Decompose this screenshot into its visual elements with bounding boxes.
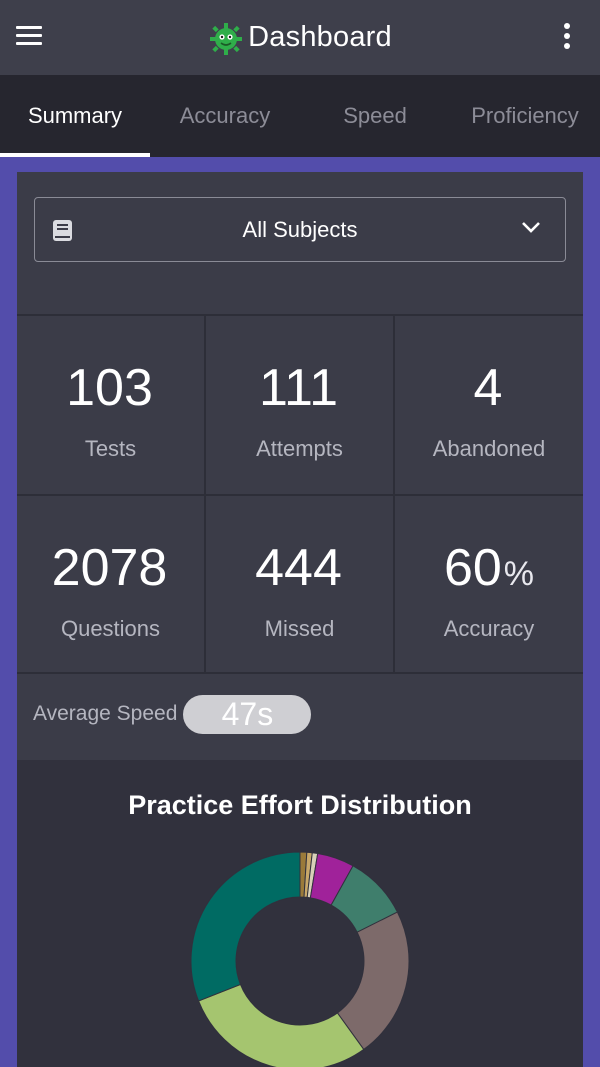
donut-slice[interactable]	[190, 851, 301, 1002]
page-title: Dashboard	[248, 21, 392, 53]
stat-unit: %	[503, 555, 535, 593]
stat-value: 111	[206, 358, 393, 418]
stat-value: 103	[17, 358, 204, 418]
stat-number: 4	[473, 359, 503, 417]
tab-proficiency[interactable]: Proficiency	[450, 75, 600, 157]
summary-card: All Subjects 103 Tests 111 Attempts 4 Ab…	[17, 172, 583, 1067]
stats-grid: 103 Tests 111 Attempts 4 Abandoned 2078 …	[17, 314, 583, 674]
stat-value: 4	[395, 358, 583, 418]
stat-label: Questions	[60, 616, 161, 641]
stat-label: Accuracy	[443, 616, 535, 641]
stat-number: 2078	[51, 539, 168, 597]
stat-value: 2078	[17, 538, 204, 598]
stat-missed: 444 Missed	[206, 494, 395, 674]
stat-number: 103	[66, 359, 153, 417]
chart-panel: Practice Effort Distribution	[17, 760, 583, 1067]
stat-label: Missed	[264, 616, 335, 641]
average-speed-badge: 47s	[183, 694, 312, 734]
chevron-down-icon	[522, 222, 540, 233]
tab-accuracy[interactable]: Accuracy	[150, 75, 300, 157]
subject-dropdown-value: All Subjects	[242, 216, 358, 242]
average-speed-row: Average Speed 47s	[33, 694, 312, 734]
stat-value: 60%	[395, 538, 583, 598]
stat-number: 444	[255, 539, 342, 597]
app-bar: Dashboard	[0, 0, 600, 75]
stat-number: 60	[443, 539, 502, 597]
tab-summary[interactable]: Summary	[0, 75, 150, 157]
stat-abandoned: 4 Abandoned	[395, 314, 583, 494]
stat-questions: 2078 Questions	[17, 494, 206, 674]
stat-value: 444	[206, 538, 393, 598]
tab-bar: Summary Accuracy Speed Proficiency	[0, 75, 600, 157]
practice-effort-donut-chart	[190, 851, 410, 1067]
stat-label: Attempts	[256, 436, 343, 461]
book-icon	[53, 220, 72, 241]
stat-accuracy: 60% Accuracy	[395, 494, 583, 674]
chart-title: Practice Effort Distribution	[128, 790, 472, 820]
hamburger-menu-icon[interactable]	[16, 26, 42, 46]
stat-attempts: 111 Attempts	[206, 314, 395, 494]
stat-number: 111	[258, 359, 339, 417]
tab-speed[interactable]: Speed	[300, 75, 450, 157]
gear-mascot-icon	[210, 22, 243, 55]
average-speed-label: Average Speed	[33, 702, 178, 725]
vertical-dots-icon[interactable]	[562, 23, 572, 51]
stat-label: Abandoned	[432, 436, 546, 461]
subject-dropdown[interactable]: All Subjects	[34, 197, 566, 262]
app-brand: Dashboard	[208, 20, 392, 56]
donut-slice[interactable]	[197, 983, 365, 1067]
stat-tests: 103 Tests	[17, 314, 206, 494]
stat-label: Tests	[84, 436, 137, 461]
